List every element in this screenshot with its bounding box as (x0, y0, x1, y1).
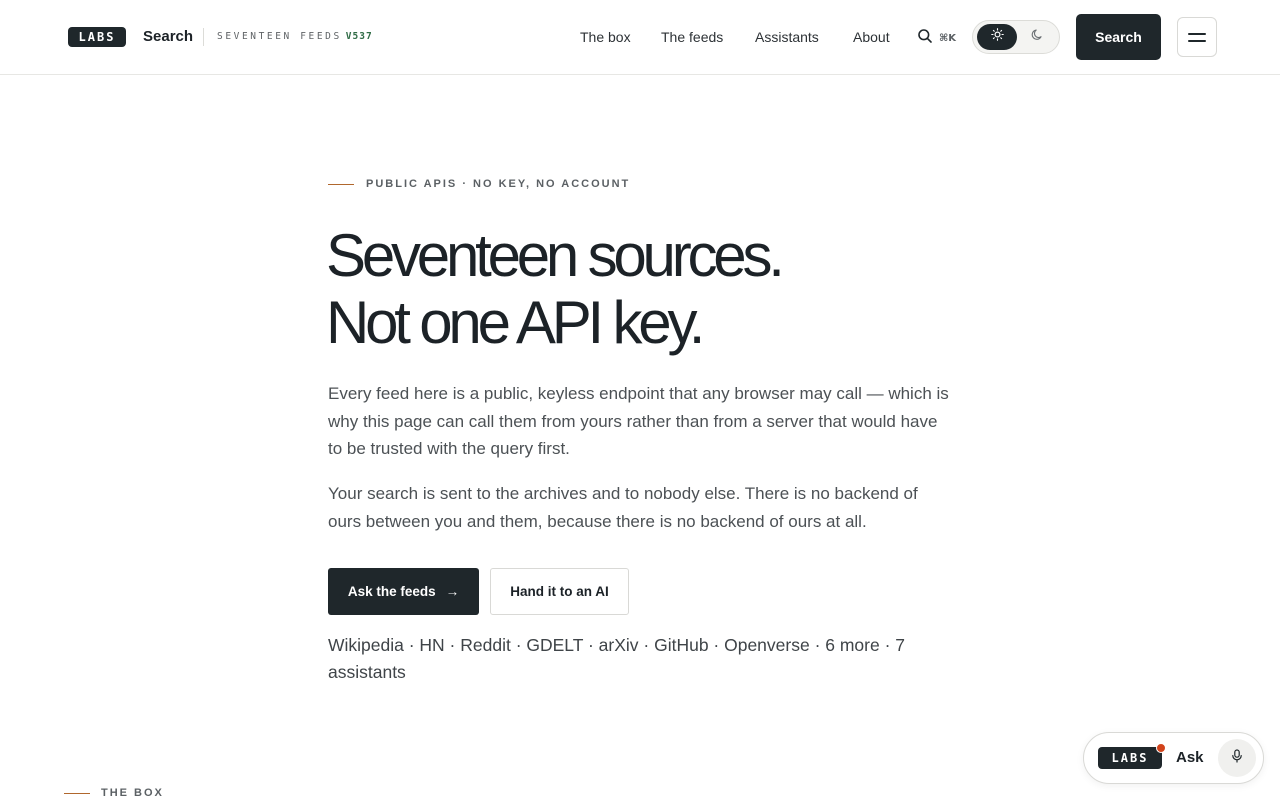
light-theme-option[interactable] (977, 24, 1017, 50)
search-icon (917, 28, 933, 49)
hamburger-menu-icon (1188, 32, 1206, 35)
ask-logo-text: LABS (1111, 751, 1149, 765)
site-tagline: SEVENTEEN FEEDS V537 (217, 31, 373, 42)
brand-name[interactable]: Search (143, 28, 193, 45)
microphone-button[interactable] (1218, 739, 1256, 777)
ask-widget[interactable]: LABS Ask (1083, 732, 1264, 784)
microphone-icon (1230, 748, 1244, 768)
labs-logo[interactable]: LABS (68, 27, 126, 47)
eyebrow-text: PUBLIC APIS · NO KEY, NO ACCOUNT (366, 178, 631, 190)
nav-link-the-box[interactable]: The box (580, 29, 631, 45)
the-box-section-eyebrow: THE BOX (64, 787, 164, 799)
theme-toggle[interactable] (972, 20, 1060, 54)
notification-dot (1156, 743, 1166, 753)
ask-label: Ask (1176, 749, 1204, 766)
site-header: LABS Search SEVENTEEN FEEDS V537 The box … (0, 0, 1280, 75)
eyebrow-rule (328, 183, 354, 185)
arrow-right-icon: → (445, 584, 460, 599)
nav-link-about[interactable]: About (853, 29, 890, 45)
sources-list: Wikipedia · HN · Reddit · GDELT · arXiv … (328, 635, 906, 682)
nav-link-assistants[interactable]: Assistants (755, 29, 819, 45)
dark-theme-option[interactable] (1017, 24, 1057, 50)
hand-it-to-an-ai-button[interactable]: Hand it to an AI (490, 568, 629, 615)
moon-icon (1031, 28, 1044, 46)
nav-link-the-feeds[interactable]: The feeds (661, 29, 723, 45)
version-badge: V537 (345, 31, 373, 42)
ask-the-feeds-label: Ask the feeds (347, 584, 436, 599)
hero-lede-paragraph-1: Every feed here is a public, keyless end… (328, 384, 949, 458)
search-button[interactable]: Search (1076, 14, 1161, 60)
search-shortcut-trigger[interactable]: ⌘K (917, 28, 956, 49)
ask-widget-logo: LABS (1098, 747, 1162, 769)
ask-the-feeds-button[interactable]: Ask the feeds → (328, 568, 479, 615)
section-eyebrow-rule (64, 792, 90, 794)
menu-button[interactable] (1177, 17, 1217, 57)
keyboard-shortcut-hint: ⌘K (939, 33, 957, 44)
logo-text: LABS (78, 30, 116, 44)
hero-eyebrow: PUBLIC APIS · NO KEY, NO ACCOUNT (328, 178, 630, 190)
hero-title-line-1: Seventeen sources. (326, 222, 785, 289)
brand-divider (203, 28, 204, 46)
sun-icon (990, 28, 1004, 46)
hero-title: Seventeen sources. Not one API key. (326, 222, 785, 356)
hero-lede-paragraph-2: Your search is sent to the archives and … (328, 484, 918, 531)
hero-title-line-2: Not one API key. (326, 289, 705, 356)
section-eyebrow-text: THE BOX (101, 787, 164, 799)
tagline-text: SEVENTEEN FEEDS (217, 31, 342, 42)
